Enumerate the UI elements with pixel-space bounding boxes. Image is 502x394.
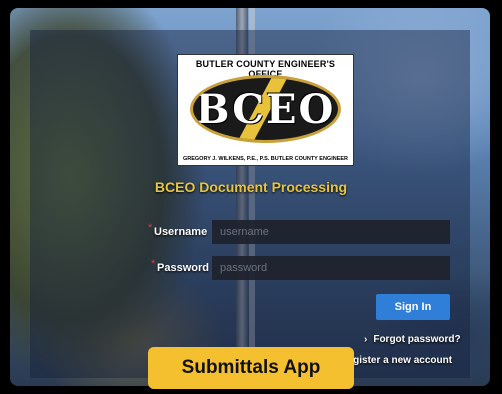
password-required-marker: *	[151, 258, 156, 270]
chevron-right-icon: ›	[364, 334, 368, 345]
badge-text: Submittals App	[181, 357, 321, 378]
logo-oval: BCEO	[190, 75, 341, 143]
screen-frame: BUTLER COUNTY ENGINEER'S OFFICE BCEO GRE…	[0, 0, 502, 394]
logo-bottom-text: GREGORY J. WILKENS, P.E., P.S. BUTLER CO…	[182, 156, 349, 162]
forgot-password-link[interactable]: › Forgot password?	[364, 334, 461, 345]
password-label: Password	[157, 262, 209, 274]
sign-in-button[interactable]: Sign In	[376, 294, 450, 320]
bceo-logo: BUTLER COUNTY ENGINEER'S OFFICE BCEO GRE…	[177, 54, 354, 166]
register-text: Register a new account	[340, 355, 453, 366]
app-title: BCEO Document Processing	[154, 179, 348, 195]
forgot-password-text: Forgot password?	[373, 334, 461, 345]
username-label: Username	[154, 226, 208, 238]
username-required-marker: *	[148, 222, 153, 234]
submittals-app-badge: Submittals App	[148, 347, 354, 389]
logo-acronym: BCEO	[195, 86, 336, 133]
username-input[interactable]	[212, 220, 450, 244]
password-input[interactable]	[212, 256, 450, 280]
